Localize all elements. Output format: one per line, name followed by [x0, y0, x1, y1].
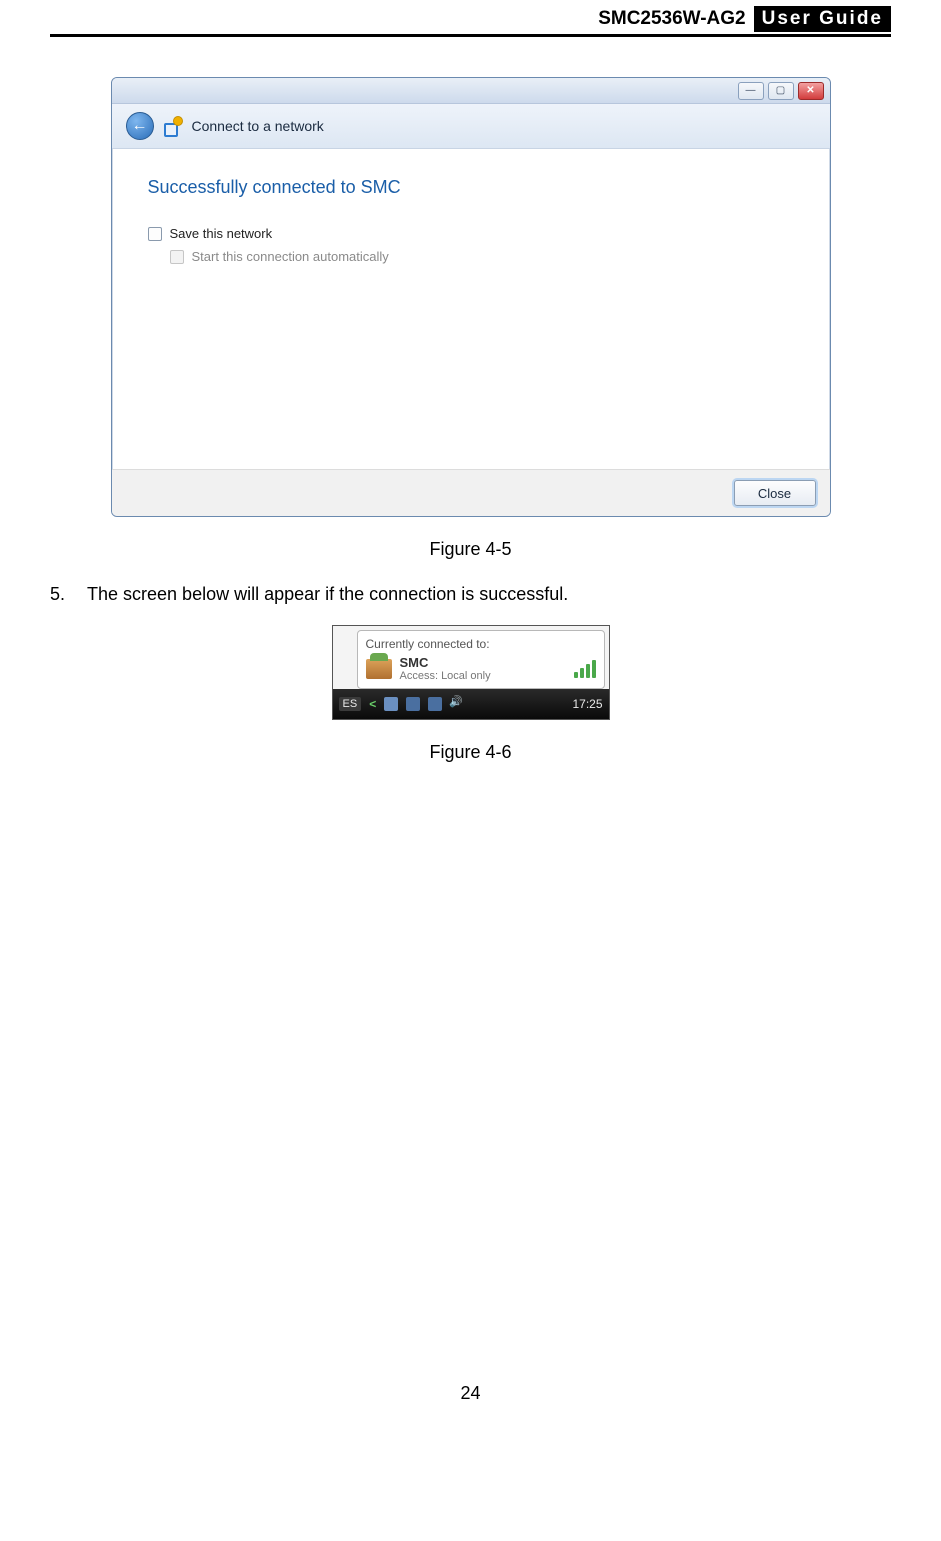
window-titlebar: — ▢ ✕	[112, 78, 830, 104]
auto-connect-checkbox	[170, 250, 184, 264]
tray-expand-icon[interactable]: <	[369, 697, 376, 711]
tray-network-icon[interactable]	[406, 697, 420, 711]
network-access: Access: Local only	[400, 670, 491, 682]
close-button[interactable]: Close	[734, 480, 816, 506]
close-button-label: Close	[758, 486, 791, 501]
network-name: SMC	[400, 655, 491, 670]
signal-strength-icon	[574, 660, 596, 678]
save-network-row: Save this network	[148, 226, 794, 241]
dialog-header: ← Connect to a network	[112, 104, 830, 149]
taskbar-clock[interactable]: 17:25	[572, 697, 602, 711]
back-button[interactable]: ←	[126, 112, 154, 140]
taskbar: ES < 17:25	[333, 689, 609, 719]
figure-4-6-caption: Figure 4-6	[50, 742, 891, 763]
save-network-checkbox[interactable]	[148, 227, 162, 241]
page-header: SMC2536W-AG2 User Guide	[50, 0, 891, 37]
dialog-title: Connect to a network	[192, 118, 324, 134]
network-profile-icon	[366, 659, 392, 679]
tray-adapter-icon[interactable]	[428, 697, 442, 711]
tooltip-header: Currently connected to:	[366, 637, 596, 651]
step-text: The screen below will appear if the conn…	[87, 584, 568, 605]
network-tooltip: Currently connected to: SMC Access: Loca…	[357, 630, 605, 689]
save-network-label: Save this network	[170, 226, 273, 241]
page-number: 24	[50, 1383, 891, 1404]
dialog-body: Successfully connected to SMC Save this …	[112, 149, 830, 469]
network-icon	[164, 117, 182, 135]
language-indicator[interactable]: ES	[339, 697, 362, 711]
tray-security-icon[interactable]	[384, 697, 398, 711]
auto-connect-label: Start this connection automatically	[192, 249, 389, 264]
connect-dialog: — ▢ ✕ ← Connect to a network Successfull…	[111, 77, 831, 517]
header-guide-label: User Guide	[754, 6, 891, 32]
dialog-footer: Close	[112, 469, 830, 516]
auto-connect-row: Start this connection automatically	[170, 249, 794, 264]
step-number: 5.	[50, 584, 65, 605]
taskbar-figure: Currently connected to: SMC Access: Loca…	[332, 625, 610, 720]
maximize-button[interactable]: ▢	[768, 82, 794, 100]
figure-4-5-caption: Figure 4-5	[50, 539, 891, 560]
tray-volume-icon[interactable]	[450, 697, 464, 711]
close-window-button[interactable]: ✕	[798, 82, 824, 100]
minimize-button[interactable]: —	[738, 82, 764, 100]
header-model: SMC2536W-AG2	[598, 8, 745, 30]
arrow-left-icon: ←	[132, 117, 148, 135]
step-5: 5. The screen below will appear if the c…	[50, 584, 891, 605]
success-message: Successfully connected to SMC	[148, 177, 794, 198]
